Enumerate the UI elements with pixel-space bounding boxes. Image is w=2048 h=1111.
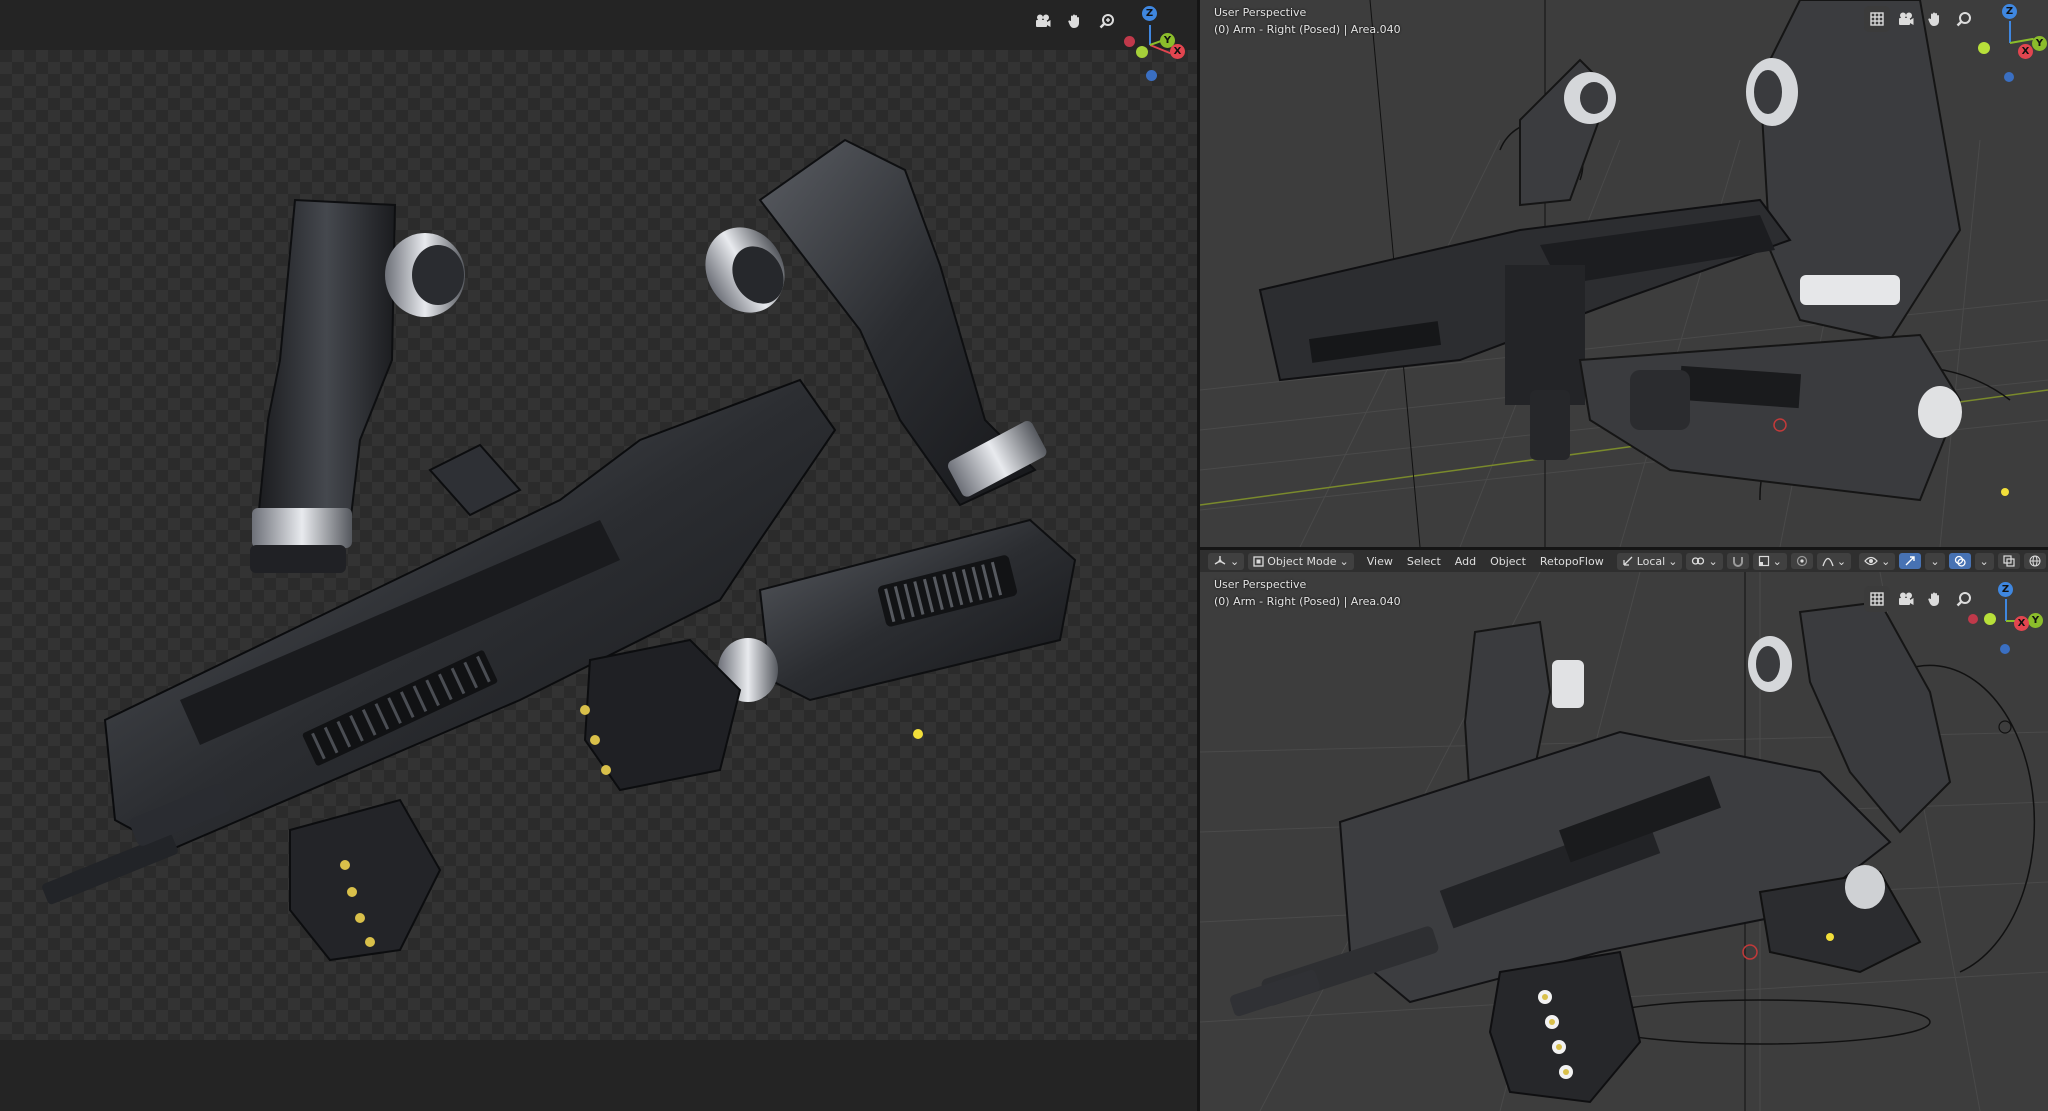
render-viewport[interactable]: Z Y X xyxy=(0,0,1197,1111)
editor-type-button[interactable]: ⌄ xyxy=(1208,552,1245,570)
hand-pan-icon[interactable] xyxy=(1922,586,1948,612)
navigation-gizmo-top-right[interactable]: Z Y X xyxy=(1970,2,2048,82)
gizmo-neg-y[interactable] xyxy=(1978,42,1990,54)
mode-dropdown[interactable]: Object Mode ⌄ xyxy=(1248,552,1354,570)
gizmo-z-axis[interactable]: Z xyxy=(1998,582,2013,597)
xray-icon xyxy=(2003,555,2015,567)
pivot-icon xyxy=(1692,557,1705,565)
visibility-dropdown[interactable]: ⌄ xyxy=(1859,552,1896,570)
snap-toggle[interactable] xyxy=(1726,553,1749,569)
gizmo-neg-x[interactable] xyxy=(1968,614,1978,624)
chevron-down-icon: ⌄ xyxy=(1836,554,1847,568)
pivot-point-dropdown[interactable]: ⌄ xyxy=(1686,552,1723,570)
bottom-right-scene xyxy=(1200,572,2048,1111)
gizmo-y-axis[interactable]: Y xyxy=(2032,36,2047,51)
gizmo-toggle[interactable] xyxy=(1899,553,1922,569)
falloff-dropdown[interactable]: ⌄ xyxy=(1816,552,1852,570)
gizmo-neg-y[interactable] xyxy=(1984,613,1996,625)
top-right-scene xyxy=(1200,0,2048,547)
chevron-down-icon: ⌄ xyxy=(1230,554,1240,568)
camera-icon[interactable] xyxy=(1893,6,1919,32)
hand-pan-icon[interactable] xyxy=(1062,8,1088,34)
gizmo-icon xyxy=(1905,556,1916,566)
gizmo-neg-z[interactable] xyxy=(2004,72,2014,82)
overlays-toggle[interactable] xyxy=(1948,553,1971,569)
bottom-right-viewport[interactable]: User Perspective (0) Arm - Right (Posed)… xyxy=(1200,572,2048,1111)
blender-window: Z Y X User Perspective (0) Arm - Right (… xyxy=(0,0,2048,1111)
active-object-info: (0) Arm - Right (Posed) | Area.040 xyxy=(1214,23,1401,36)
gizmo-neg-y[interactable] xyxy=(1136,46,1148,58)
gizmo-z-axis[interactable]: Z xyxy=(1142,6,1157,21)
active-object-info: (0) Arm - Right (Posed) | Area.040 xyxy=(1214,595,1401,608)
wireframe-sphere-icon xyxy=(2029,555,2041,567)
viewport-info-bottom: User Perspective (0) Arm - Right (Posed)… xyxy=(1214,576,1401,610)
menu-select[interactable]: Select xyxy=(1402,553,1446,570)
overlays-icon xyxy=(1954,555,1966,567)
gizmo-neg-z[interactable] xyxy=(2000,644,2010,654)
orientation-icon xyxy=(1623,556,1633,566)
viewport-header: ⌄ Object Mode ⌄ View Select Add Object R… xyxy=(1200,550,2048,572)
gizmo-y-axis[interactable]: Y xyxy=(2028,613,2043,628)
proportional-edit-icon xyxy=(1796,555,1807,567)
viewport-editor-icon xyxy=(1214,556,1226,565)
xray-toggle[interactable] xyxy=(1997,553,2020,569)
top-right-viewport-tools xyxy=(1864,6,1977,32)
gizmo-dropdown[interactable]: ⌄ xyxy=(1925,552,1945,570)
mode-label: Object Mode xyxy=(1267,554,1337,568)
gizmo-neg-z[interactable] xyxy=(1146,70,1157,81)
grid-icon[interactable] xyxy=(1864,6,1890,32)
chevron-down-icon: ⌄ xyxy=(1881,554,1891,568)
gizmo-x-axis[interactable]: X xyxy=(1170,44,1185,59)
orientation-label: Local xyxy=(1636,554,1666,568)
falloff-curve-icon xyxy=(1822,557,1834,567)
gizmo-x-axis[interactable]: X xyxy=(2014,616,2029,631)
gizmo-neg-x[interactable] xyxy=(1124,36,1135,47)
viewport-info-top: User Perspective (0) Arm - Right (Posed)… xyxy=(1214,4,1401,38)
chevron-down-icon: ⌄ xyxy=(1930,554,1940,568)
snap-increment-icon xyxy=(1758,555,1769,567)
gizmo-x-axis[interactable]: X xyxy=(2018,44,2033,59)
shading-wireframe-button[interactable] xyxy=(2023,553,2046,569)
chevron-down-icon: ⌄ xyxy=(1772,554,1782,568)
top-right-viewport[interactable]: User Perspective (0) Arm - Right (Posed)… xyxy=(1200,0,2048,547)
menu-add[interactable]: Add xyxy=(1450,553,1481,570)
menu-retopoflow[interactable]: RetopoFlow xyxy=(1535,553,1609,570)
chevron-down-icon: ⌄ xyxy=(1668,554,1678,568)
chevron-down-icon: ⌄ xyxy=(1979,554,1989,568)
view-name: User Perspective xyxy=(1214,6,1307,19)
chevron-down-icon: ⌄ xyxy=(1708,554,1718,568)
navigation-gizmo-bottom-right[interactable]: Z Y X xyxy=(1966,580,2046,660)
magnet-icon xyxy=(1732,557,1743,567)
render-viewport-tools xyxy=(1030,8,1120,34)
menu-view[interactable]: View xyxy=(1362,553,1398,570)
gizmo-z-axis[interactable]: Z xyxy=(2002,4,2017,19)
transform-orientation-dropdown[interactable]: Local ⌄ xyxy=(1616,552,1683,570)
proportional-edit-toggle[interactable] xyxy=(1790,553,1813,569)
menu-object[interactable]: Object xyxy=(1485,553,1531,570)
overlays-dropdown[interactable]: ⌄ xyxy=(1974,552,1994,570)
camera-icon[interactable] xyxy=(1030,8,1056,34)
grid-icon[interactable] xyxy=(1864,586,1890,612)
rendered-weapon-arm-model xyxy=(42,138,1077,962)
bottom-right-viewport-tools xyxy=(1864,586,1977,612)
snap-target-dropdown[interactable]: ⌄ xyxy=(1752,552,1787,570)
eye-icon xyxy=(1864,556,1878,566)
hand-pan-icon[interactable] xyxy=(1922,6,1948,32)
view-name: User Perspective xyxy=(1214,578,1307,591)
object-mode-icon xyxy=(1253,555,1264,567)
camera-icon[interactable] xyxy=(1893,586,1919,612)
chevron-down-icon: ⌄ xyxy=(1339,554,1349,568)
navigation-gizmo[interactable]: Z Y X xyxy=(1108,4,1188,84)
